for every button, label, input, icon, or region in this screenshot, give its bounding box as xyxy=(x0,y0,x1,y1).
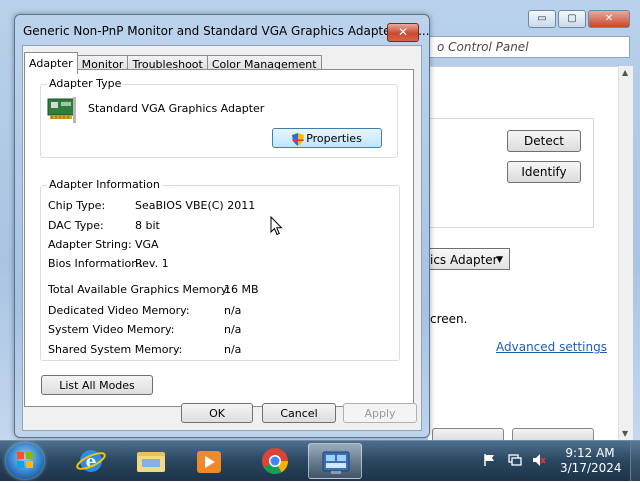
tab-adapter[interactable]: Adapter xyxy=(24,52,78,74)
total-graphics-memory-value: 16 MB xyxy=(224,283,259,296)
dac-type-value: 8 bit xyxy=(135,219,160,232)
scroll-up-icon[interactable]: ▲ xyxy=(622,68,628,77)
system-video-memory-value: n/a xyxy=(224,323,242,336)
taskbar-internet-explorer[interactable]: e xyxy=(64,443,118,479)
total-graphics-memory-label: Total Available Graphics Memory: xyxy=(48,283,231,296)
background-maximize-button[interactable]: ▢ xyxy=(558,10,586,28)
background-address-bar[interactable]: o Control Panel xyxy=(428,36,630,58)
bios-information-label: Bios Information: xyxy=(48,257,142,270)
chip-type-label: Chip Type: xyxy=(48,199,106,212)
properties-button[interactable]: Properties xyxy=(272,128,382,148)
list-all-modes-button[interactable]: List All Modes xyxy=(41,375,153,395)
clock-date: 3/17/2024 xyxy=(560,461,622,475)
cancel-button[interactable]: Cancel xyxy=(262,403,336,423)
adapter-properties-dialog: Generic Non-PnP Monitor and Standard VGA… xyxy=(14,14,430,438)
shared-system-memory-label: Shared System Memory: xyxy=(48,343,183,356)
uac-shield-icon xyxy=(292,132,305,146)
taskbar-display-control-panel[interactable] xyxy=(308,443,362,479)
adapter-information-label: Adapter Information xyxy=(47,178,162,191)
system-video-memory-label: System Video Memory: xyxy=(48,323,175,336)
display-settings-icon xyxy=(322,451,350,474)
dac-type-label: DAC Type: xyxy=(48,219,104,232)
chrome-icon xyxy=(262,448,289,475)
taskbar-clock[interactable]: 9:12 AM 3/17/2024 xyxy=(560,446,622,476)
action-center-flag-icon[interactable] xyxy=(482,453,496,467)
bios-information-value: Rev. 1 xyxy=(135,257,169,270)
dedicated-video-memory-label: Dedicated Video Memory: xyxy=(48,304,190,317)
taskbar: e 9:12 AM 3/17/2024 xyxy=(0,440,640,481)
taskbar-chrome[interactable] xyxy=(248,443,302,479)
identify-button[interactable]: Identify xyxy=(507,161,581,183)
adapter-string-label: Adapter String: xyxy=(48,238,132,251)
show-desktop-button[interactable] xyxy=(630,441,640,481)
adapter-information-group: Adapter Information Chip Type: SeaBIOS V… xyxy=(40,178,400,361)
display-dropdown[interactable]: ics Adapter ▼ xyxy=(428,248,510,270)
background-caption-buttons: ▭ ▢ ✕ xyxy=(528,10,630,28)
network-icon[interactable] xyxy=(508,453,522,467)
detect-button[interactable]: Detect xyxy=(507,130,581,152)
shared-system-memory-value: n/a xyxy=(224,343,242,356)
apply-button[interactable]: Apply xyxy=(343,403,417,423)
internet-explorer-icon: e xyxy=(76,450,106,472)
advanced-settings-link[interactable]: Advanced settings xyxy=(496,340,607,354)
adapter-tab-panel: Adapter Type Standard VGA Graphics Adapt… xyxy=(24,69,414,407)
adapter-string-value: VGA xyxy=(135,238,159,251)
mouse-cursor-icon xyxy=(270,216,283,236)
windows-logo-icon xyxy=(17,452,33,468)
media-player-icon xyxy=(197,451,221,473)
dedicated-video-memory-value: n/a xyxy=(224,304,242,317)
volume-muted-icon[interactable] xyxy=(532,453,546,467)
adapter-type-label: Adapter Type xyxy=(47,77,124,90)
background-screen-text: creen. xyxy=(430,312,468,326)
start-button[interactable] xyxy=(6,443,44,479)
chevron-down-icon: ▼ xyxy=(496,255,503,265)
adapter-name: Standard VGA Graphics Adapter xyxy=(88,102,265,115)
scroll-down-icon[interactable]: ▼ xyxy=(622,429,628,438)
folder-icon xyxy=(137,452,165,472)
dialog-close-button[interactable]: ✕ xyxy=(387,23,419,42)
ok-button[interactable]: OK xyxy=(181,403,253,423)
taskbar-file-explorer[interactable] xyxy=(124,443,178,479)
background-close-button[interactable]: ✕ xyxy=(588,10,630,28)
adapter-type-group: Adapter Type Standard VGA Graphics Adapt… xyxy=(40,77,398,158)
graphics-card-icon xyxy=(47,97,76,123)
display-dropdown-value: ics Adapter xyxy=(430,253,498,267)
chip-type-value: SeaBIOS VBE(C) 2011 xyxy=(135,199,256,212)
dialog-title: Generic Non-PnP Monitor and Standard VGA… xyxy=(23,24,430,38)
properties-button-label: Properties xyxy=(306,132,362,145)
background-minimize-button[interactable]: ▭ xyxy=(528,10,556,28)
background-scrollbar[interactable]: ▲ ▼ xyxy=(618,66,633,440)
taskbar-media-player[interactable] xyxy=(182,443,236,479)
clock-time: 9:12 AM xyxy=(565,446,615,460)
